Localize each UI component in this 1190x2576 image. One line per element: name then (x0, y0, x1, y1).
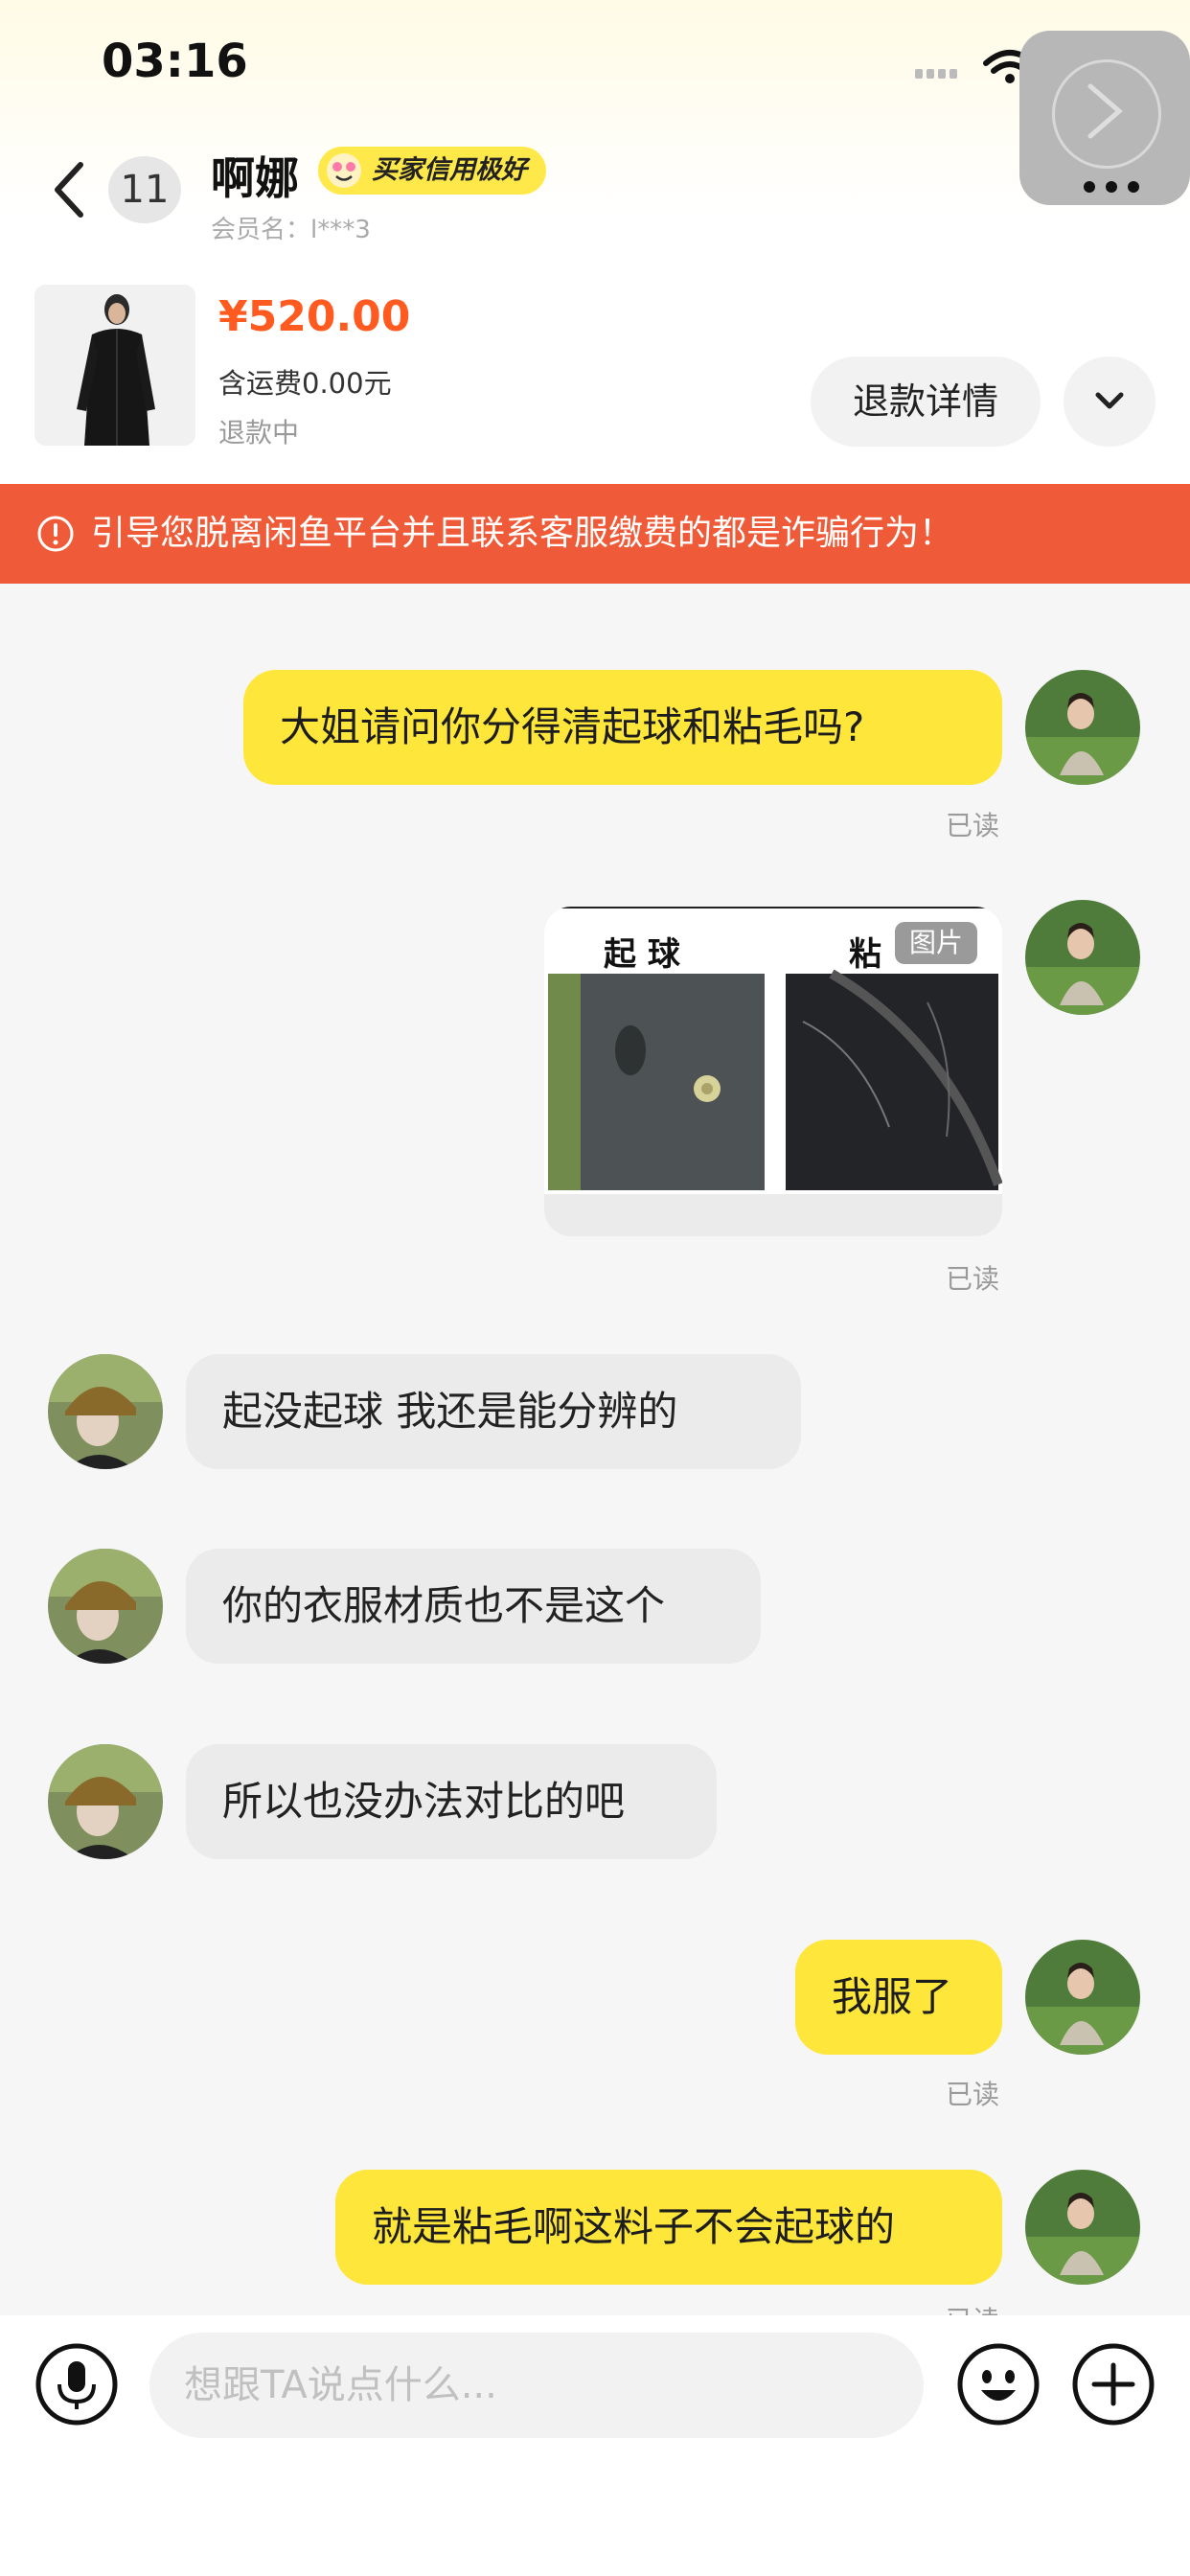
message-bubble-incoming[interactable]: 所以也没办法对比的吧 (186, 1744, 717, 1859)
refund-details-button[interactable]: 退款详情 (811, 356, 1041, 447)
credit-badge-label: 买家信用极好 (372, 155, 527, 185)
message-bubble-outgoing[interactable]: 大姐请问你分得清起球和粘毛吗? (243, 670, 1002, 785)
shipping-fee: 含运费0.00元 (218, 367, 392, 400)
read-receipt: 已读 (946, 2079, 1000, 2110)
image-label-lint: 粘 (849, 935, 881, 974)
warning-text: 引导您脱离闲鱼平台并且联系客服缴费的都是诈骗行为！ (91, 514, 954, 553)
seller-avatar[interactable] (48, 1354, 163, 1469)
emoji-icon[interactable] (956, 2342, 1041, 2426)
seller-avatar[interactable] (48, 1549, 163, 1664)
message-bubble-incoming[interactable]: 起没起球 我还是能分辨的 (186, 1354, 801, 1469)
smiley-face-icon (327, 153, 361, 188)
add-icon[interactable] (1071, 2342, 1156, 2426)
image-label-pilling: 起 球 (604, 935, 680, 974)
my-avatar[interactable] (1025, 670, 1140, 785)
my-avatar[interactable] (1025, 2170, 1140, 2285)
chevron-down-icon (1095, 392, 1124, 409)
image-message[interactable]: 起 球 粘 图片 (544, 907, 1002, 1236)
jacket-figure-image (34, 285, 195, 446)
chat-username[interactable]: 啊娜 (211, 144, 299, 207)
product-price: ¥520.00 (218, 292, 411, 341)
signal-icon (915, 69, 957, 79)
fraud-warning-banner: 引导您脱离闲鱼平台并且联系客服缴费的都是诈骗行为！ (0, 484, 1190, 584)
unread-count-badge[interactable]: 11 (108, 156, 181, 223)
image-tag: 图片 (895, 922, 977, 964)
back-arrow-icon[interactable] (48, 159, 94, 220)
expand-button[interactable] (1064, 356, 1156, 447)
my-avatar[interactable] (1025, 1940, 1140, 2055)
product-thumbnail[interactable] (34, 285, 195, 446)
message-bubble-incoming[interactable]: 你的衣服材质也不是这个 (186, 1549, 761, 1664)
read-receipt: 已读 (946, 1263, 1000, 1295)
read-receipt: 已读 (946, 810, 1000, 841)
refund-status: 退款中 (218, 417, 300, 448)
credit-badge: 买家信用极好 (318, 147, 546, 195)
member-name: 会员名：l***3 (211, 216, 371, 244)
floating-overlay-button[interactable] (1019, 31, 1190, 205)
message-input[interactable]: 想跟TA说点什么... (149, 2333, 924, 2438)
exclamation-circle-icon (37, 516, 74, 552)
message-bubble-outgoing[interactable]: 我服了 (795, 1940, 1002, 2055)
message-bubble-outgoing[interactable]: 就是粘毛啊这料子不会起球的 (335, 2170, 1002, 2285)
chevron-right-icon (1087, 83, 1123, 139)
microphone-icon[interactable] (34, 2342, 119, 2426)
my-avatar[interactable] (1025, 900, 1140, 1015)
more-dots-icon (1084, 181, 1139, 193)
status-time: 03:16 (102, 34, 248, 88)
seller-avatar[interactable] (48, 1744, 163, 1859)
